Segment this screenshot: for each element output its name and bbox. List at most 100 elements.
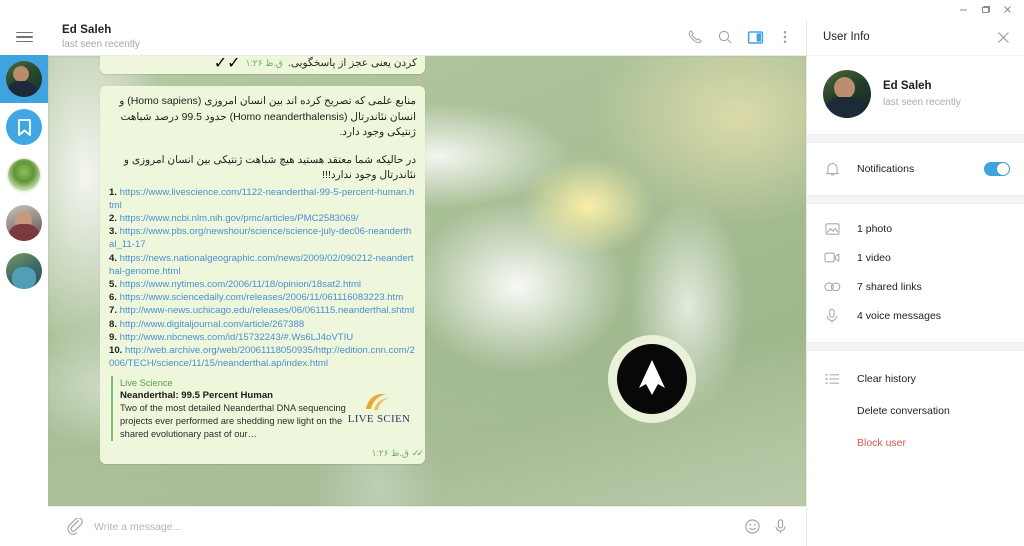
rail-item-saved-messages[interactable]	[0, 103, 48, 151]
message-time-previous: ۱:۲۶ ق.ظ	[245, 57, 283, 68]
action-row-delete-conversation[interactable]: Delete conversation	[807, 395, 1024, 427]
search-icon[interactable]	[710, 22, 740, 52]
message-link-item[interactable]: 6. https://www.sciencedaily.com/releases…	[109, 291, 416, 304]
user-info-name: Ed Saleh	[883, 79, 932, 92]
message-text-previous: کردن یعنی عجز از پاسخگویی.	[287, 57, 417, 69]
info-panel-icon[interactable]	[740, 22, 770, 52]
window-titlebar	[0, 0, 1024, 19]
link-preview-description: Two of the most detailed Neanderthal DNA…	[120, 403, 346, 439]
panel-divider-3	[807, 342, 1024, 351]
message-link-number: 7.	[109, 305, 120, 317]
message-link-number: 10.	[109, 344, 126, 356]
telegram-desktop-window: Ed Saleh last seen recently و هر چه دو	[0, 0, 1024, 546]
action-label-clear-history: Clear history	[857, 373, 916, 385]
message-meta-main: ۱:۲۶ ق.ظ ✓✓	[100, 447, 425, 464]
message-input[interactable]: Write a message...	[88, 521, 738, 533]
window-close-button[interactable]	[996, 1, 1018, 18]
hamburger-menu-icon[interactable]	[0, 19, 48, 55]
user-info-title: User Info	[823, 31, 870, 43]
notifications-row[interactable]: Notifications	[807, 151, 1024, 187]
window-maximize-button[interactable]	[974, 1, 996, 18]
message-link-url[interactable]: https://www.pbs.org/newshour/science/sci…	[109, 226, 411, 250]
message-link-item[interactable]: 8. http://www.digitaljournal.com/article…	[109, 318, 416, 331]
account-avatar	[6, 61, 42, 97]
rail-item-chat-2[interactable]	[0, 151, 48, 199]
panel-divider-2	[807, 195, 1024, 204]
message-link-item[interactable]: 10. http://web.archive.org/web/200611180…	[109, 344, 416, 370]
message-link-item[interactable]: 2. https://www.ncbi.nlm.nih.gov/pmc/arti…	[109, 212, 416, 225]
message-link-url[interactable]: http://www.nbcnews.com/id/15732243/#.Ws6…	[120, 332, 354, 343]
user-info-profile[interactable]: Ed Saleh last seen recently	[807, 56, 1024, 134]
message-link-number: 6.	[109, 292, 120, 304]
microphone-icon	[823, 308, 841, 324]
video-icon	[823, 251, 841, 264]
more-menu-icon[interactable]	[770, 22, 800, 52]
panel-divider-1	[807, 134, 1024, 143]
saved-messages-icon	[6, 109, 42, 145]
media-label-videos: 1 video	[857, 251, 891, 264]
message-link-url[interactable]: https://www.sciencedaily.com/releases/20…	[120, 292, 404, 303]
rail-item-chat-3[interactable]	[0, 199, 48, 247]
smiley-icon[interactable]	[738, 513, 766, 541]
message-link-url[interactable]: https://www.nytimes.com/2006/11/18/opini…	[120, 279, 361, 290]
notifications-block: Notifications	[807, 143, 1024, 187]
message-paragraph-2: در حالیکه شما معتقد هستید هیچ شباهت ژنتی…	[123, 153, 416, 182]
chat-header: Ed Saleh last seen recently	[48, 19, 806, 56]
media-label-photos: 1 photo	[857, 222, 893, 235]
message-link-url[interactable]: http://web.archive.org/web/2006111805093…	[109, 345, 415, 369]
microphone-icon[interactable]	[766, 513, 794, 541]
message-bubble-main[interactable]: منابع علمی که تصریح کرده اند بین انسان ا…	[100, 86, 425, 465]
message-link-item[interactable]: 7. http://www-news.uchicago.edu/releases…	[109, 304, 416, 317]
message-link-url[interactable]: http://www.digitaljournal.com/article/26…	[120, 319, 305, 330]
message-link-number: 5.	[109, 278, 120, 290]
user-info-status: last seen recently	[883, 96, 961, 108]
call-icon[interactable]	[680, 22, 710, 52]
message-link-url[interactable]: https://www.livescience.com/1122-neander…	[109, 187, 414, 211]
rail-item-account[interactable]	[0, 55, 48, 103]
notifications-toggle[interactable]	[984, 162, 1010, 176]
chevron-arrow-icon	[639, 360, 665, 395]
chat-contact-name: Ed Saleh	[62, 23, 112, 36]
action-row-clear-history[interactable]: Clear history	[807, 363, 1024, 395]
window-minimize-button[interactable]	[952, 1, 974, 18]
media-row-videos[interactable]: 1 video	[807, 243, 1024, 272]
message-link-item[interactable]: 1. https://www.livescience.com/1122-nean…	[109, 186, 416, 212]
rail-item-chat-4[interactable]	[0, 247, 48, 295]
shared-media-block: 1 photo 1 video 7 shared links 4 voice m…	[807, 204, 1024, 330]
chat-avatar-2	[6, 157, 42, 193]
chat-message-area[interactable]: و هر چه دوست داشت در گفت افکار شفاف و مس…	[48, 56, 806, 506]
link-icon	[823, 281, 841, 293]
message-link-item[interactable]: 3. https://www.pbs.org/newshour/science/…	[109, 225, 416, 251]
media-label-links: 7 shared links	[857, 280, 922, 293]
close-icon[interactable]	[992, 26, 1014, 48]
message-link-number: 8.	[109, 318, 120, 330]
media-row-photos[interactable]: 1 photo	[807, 214, 1024, 243]
user-info-panel: User Info Ed Saleh last seen recently No…	[806, 19, 1024, 546]
message-link-url[interactable]: https://www.ncbi.nlm.nih.gov/pmc/article…	[120, 213, 359, 224]
message-read-ticks: ✓✓	[213, 56, 241, 72]
message-composer: Write a message...	[48, 506, 806, 546]
message-link-url[interactable]: http://www-news.uchicago.edu/releases/06…	[120, 305, 415, 316]
actions-block: Clear history Delete conversation Block …	[807, 351, 1024, 459]
action-label-delete-conversation: Delete conversation	[857, 405, 950, 417]
message-link-url[interactable]: https://news.nationalgeographic.com/news…	[109, 253, 414, 277]
chat-header-icons	[680, 22, 806, 52]
message-link-number: 4.	[109, 252, 120, 264]
avatar[interactable]	[823, 70, 871, 118]
media-row-voice[interactable]: 4 voice messages	[807, 301, 1024, 330]
media-row-links[interactable]: 7 shared links	[807, 272, 1024, 301]
message-link-item[interactable]: 9. http://www.nbcnews.com/id/15732243/#.…	[109, 331, 416, 344]
action-row-block-user[interactable]: Block user	[807, 427, 1024, 459]
notifications-label: Notifications	[857, 163, 915, 175]
paperclip-icon[interactable]	[60, 513, 88, 541]
message-bubble-previous[interactable]: و هر چه دوست داشت در گفت افکار شفاف و مس…	[100, 56, 425, 74]
link-preview-card[interactable]: Live Science Neanderthal: 99.5 Percent H…	[111, 376, 416, 442]
message-link-item[interactable]: 5. https://www.nytimes.com/2006/11/18/op…	[109, 278, 416, 291]
chat-contact-status: last seen recently	[62, 38, 140, 50]
message-link-number: 2.	[109, 212, 120, 224]
chat-title-block[interactable]: Ed Saleh last seen recently	[62, 24, 680, 51]
message-link-item[interactable]: 4. https://news.nationalgeographic.com/n…	[109, 252, 416, 278]
logo-inner-circle	[617, 344, 687, 414]
message-time-main: ۱:۲۶ ق.ظ	[371, 448, 409, 459]
livescience-swoosh-icon	[366, 393, 389, 410]
